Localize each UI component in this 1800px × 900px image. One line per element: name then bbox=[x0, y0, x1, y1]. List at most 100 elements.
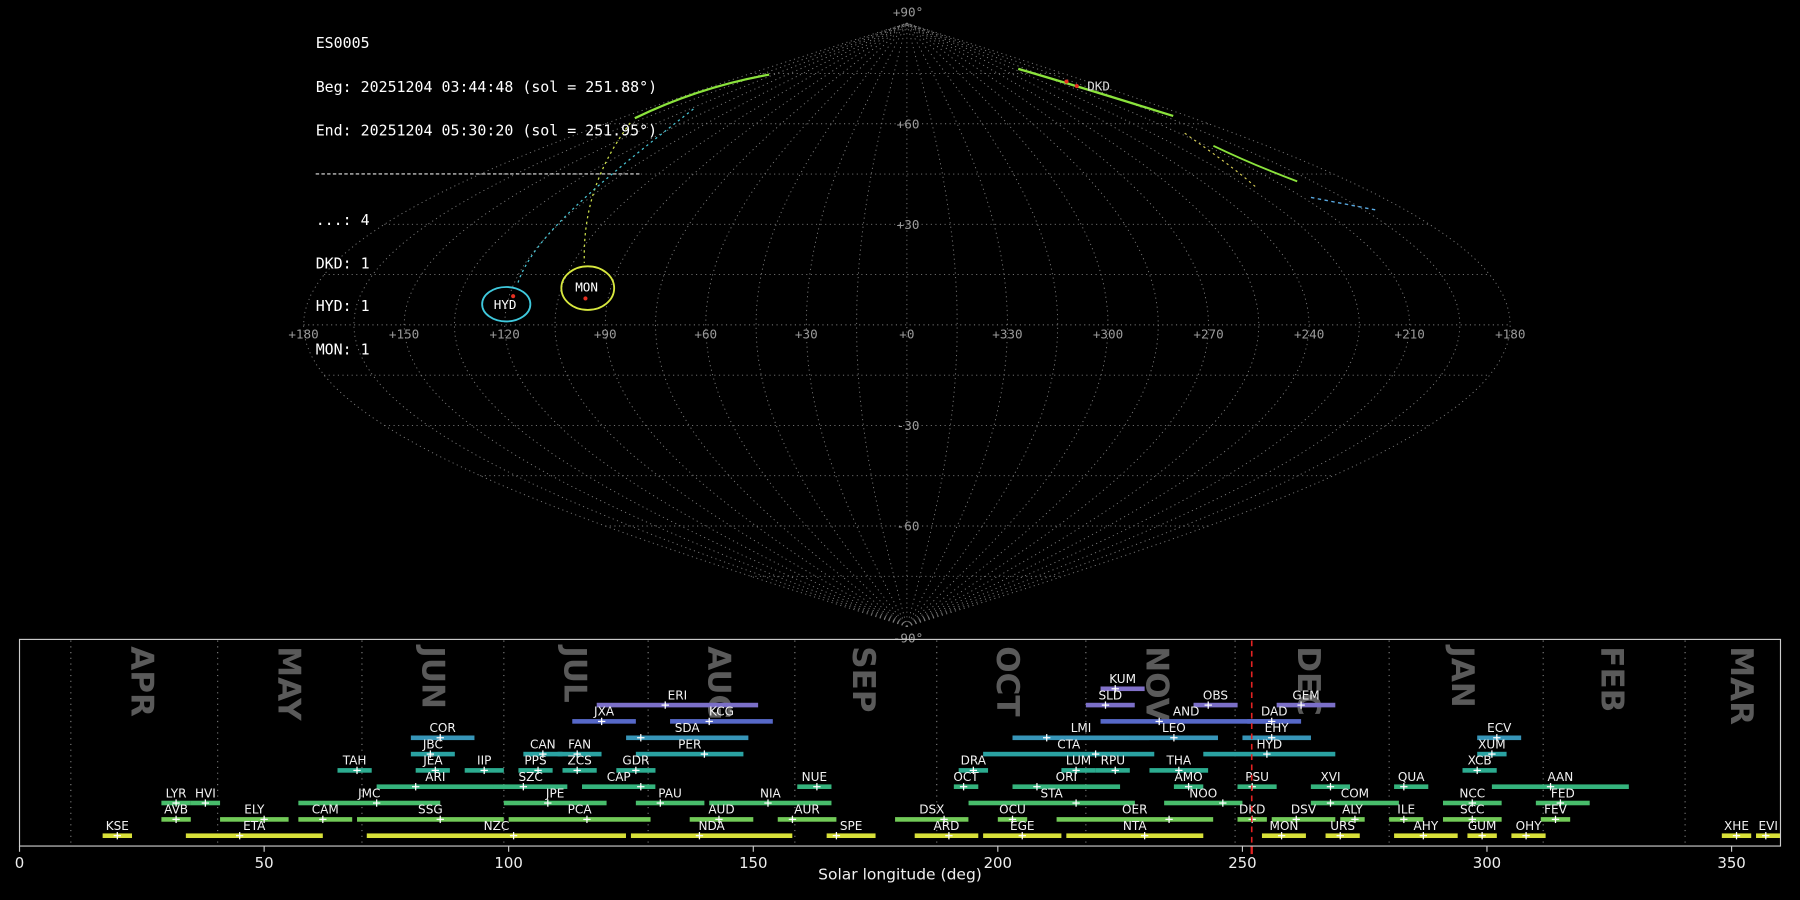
radiant-marker bbox=[1064, 79, 1069, 84]
shower-label-psu: PSU bbox=[1245, 770, 1269, 784]
shower-label-can: CAN bbox=[530, 737, 556, 751]
ra-tick-label: +180 bbox=[1495, 327, 1525, 342]
ra-tick-label: +60 bbox=[694, 327, 717, 342]
shower-label-dra: DRA bbox=[961, 754, 987, 768]
shower-label-gdr: GDR bbox=[622, 754, 650, 768]
shower-bar-nda bbox=[630, 833, 793, 839]
ra-tick-label: +300 bbox=[1093, 327, 1123, 342]
shower-label-urs: URS bbox=[1330, 819, 1355, 833]
shower-label-jpe: JPE bbox=[545, 786, 564, 800]
shower-bar-sta bbox=[968, 800, 1135, 806]
shower-label-amo: AMO bbox=[1175, 770, 1203, 784]
month-label: MAR bbox=[1723, 646, 1759, 725]
month-label: APR bbox=[123, 646, 159, 717]
shower-label-lum: LUM bbox=[1066, 754, 1091, 768]
shower-bar-sld bbox=[1085, 702, 1135, 708]
shower-label-jbc: JBC bbox=[422, 737, 443, 751]
shower-label-mon: MON bbox=[1270, 819, 1299, 833]
shower-label-oer: OER bbox=[1122, 803, 1148, 817]
shower-label-hyd: HYD bbox=[1256, 737, 1282, 751]
shower-label-scc: SCC bbox=[1460, 803, 1484, 817]
shower-label-fev: FEV bbox=[1544, 803, 1568, 817]
shower-bar-nta bbox=[1066, 833, 1204, 839]
shower-label-xcb: XCB bbox=[1468, 754, 1492, 768]
shower-label-ohy: OHY bbox=[1516, 819, 1543, 833]
shower-label-sta: STA bbox=[1040, 786, 1063, 800]
shower-label-jxa: JXA bbox=[593, 705, 615, 719]
ra-tick-label: +270 bbox=[1193, 327, 1223, 342]
shower-label-dsx: DSX bbox=[919, 803, 944, 817]
meteor-trail bbox=[1212, 144, 1298, 183]
ra-tick-label: +240 bbox=[1294, 327, 1324, 342]
radiant-marker bbox=[1074, 84, 1079, 89]
shower-label-kse: KSE bbox=[106, 819, 129, 833]
meteor-trail bbox=[1310, 196, 1377, 211]
shower-label-ehy: EHY bbox=[1265, 721, 1290, 735]
shower-bar-per bbox=[635, 751, 744, 757]
shower-label-com: COM bbox=[1341, 786, 1369, 800]
shower-label-dad: DAD bbox=[1261, 705, 1288, 719]
shower-label-kum: KUM bbox=[1109, 672, 1136, 686]
shower-label-jmc: JMC bbox=[357, 786, 380, 800]
shower-label-nzc: NZC bbox=[484, 819, 510, 833]
month-label: JUL bbox=[556, 644, 592, 702]
month-label: JUN bbox=[415, 644, 451, 709]
shower-label-eta: ETA bbox=[243, 819, 266, 833]
shower-label-cta: CTA bbox=[1057, 737, 1081, 751]
shower-label-cap: CAP bbox=[607, 770, 631, 784]
shower-label-sda: SDA bbox=[675, 721, 701, 735]
shower-label-aan: AAN bbox=[1547, 770, 1573, 784]
shower-bar-ari bbox=[376, 784, 495, 789]
month-label: FEB bbox=[1593, 646, 1629, 712]
dec-tick-label: +60 bbox=[897, 116, 920, 131]
shower-bar-and bbox=[1100, 719, 1272, 724]
shower-label-hvi: HVI bbox=[195, 786, 216, 800]
shower-label-fan: FAN bbox=[568, 737, 591, 751]
radiant-label-dkd: DKD bbox=[1087, 79, 1110, 94]
shower-bar-pca bbox=[508, 817, 651, 822]
observation-end: End: 20251204 05:30:20 (sol = 251.95°) bbox=[315, 122, 658, 140]
month-label: JAN bbox=[1444, 644, 1480, 707]
month-label: SEP bbox=[845, 646, 881, 712]
shower-label-cam: CAM bbox=[312, 803, 339, 817]
shower-label-sld: SLD bbox=[1098, 688, 1122, 702]
shower-label-lyr: LYR bbox=[166, 786, 187, 800]
shower-bar-ori bbox=[1012, 784, 1121, 789]
shower-label-dsv: DSV bbox=[1291, 803, 1317, 817]
shower-bar-eta bbox=[185, 833, 323, 839]
shower-label-xhe: XHE bbox=[1724, 819, 1749, 833]
dec-tick-label: -60 bbox=[897, 519, 920, 534]
shower-label-eri: ERI bbox=[668, 688, 688, 702]
shower-label-ocu: OCU bbox=[999, 803, 1026, 817]
shower-label-tha: THA bbox=[1166, 754, 1192, 768]
shower-label-pps: PPS bbox=[524, 754, 546, 768]
shower-label-gem: GEM bbox=[1292, 688, 1319, 702]
shower-label-nda: NDA bbox=[698, 819, 725, 833]
shower-bar-psu bbox=[1237, 784, 1277, 789]
shower-label-cor: COR bbox=[430, 721, 457, 735]
shower-label-ely: ELY bbox=[244, 803, 265, 817]
ra-tick-label: +180 bbox=[288, 327, 318, 342]
shower-label-gum: GUM bbox=[1468, 819, 1497, 833]
shower-label-per: PER bbox=[678, 737, 702, 751]
observation-begin: Beg: 20251204 03:44:48 (sol = 251.88°) bbox=[315, 79, 658, 97]
shower-label-pau: PAU bbox=[658, 786, 682, 800]
shower-label-and: AND bbox=[1173, 705, 1200, 719]
shower-bar-obs bbox=[1193, 702, 1238, 708]
dec-tick-label: +30 bbox=[897, 217, 920, 232]
ra-tick-label: +30 bbox=[795, 327, 818, 342]
shower-label-oct: OCT bbox=[953, 770, 979, 784]
shower-label-nue: NUE bbox=[802, 770, 827, 784]
shower-bars: KUM ERI SLD OBS GEM JXA KCG AND DAD COR SDA LMI LEO E… bbox=[102, 672, 1781, 840]
shower-label-tah: TAH bbox=[342, 754, 367, 768]
shower-label-szc: SZC bbox=[519, 770, 543, 784]
shower-label-ile: ILE bbox=[1397, 803, 1415, 817]
shower-label-ari: ARI bbox=[425, 770, 445, 784]
shower-label-nta: NTA bbox=[1123, 819, 1147, 833]
shower-label-nia: NIA bbox=[760, 786, 782, 800]
legend-separator bbox=[315, 172, 640, 174]
shower-bar-qua bbox=[1394, 784, 1429, 789]
shower-label-ege: EGE bbox=[1010, 819, 1035, 833]
activity-timeline: APR MAY JUN JUL AUG SEP OCT NOV DEC JAN FEB MARKUME… bbox=[15, 638, 1782, 872]
shower-label-lmi: LMI bbox=[1071, 721, 1092, 735]
